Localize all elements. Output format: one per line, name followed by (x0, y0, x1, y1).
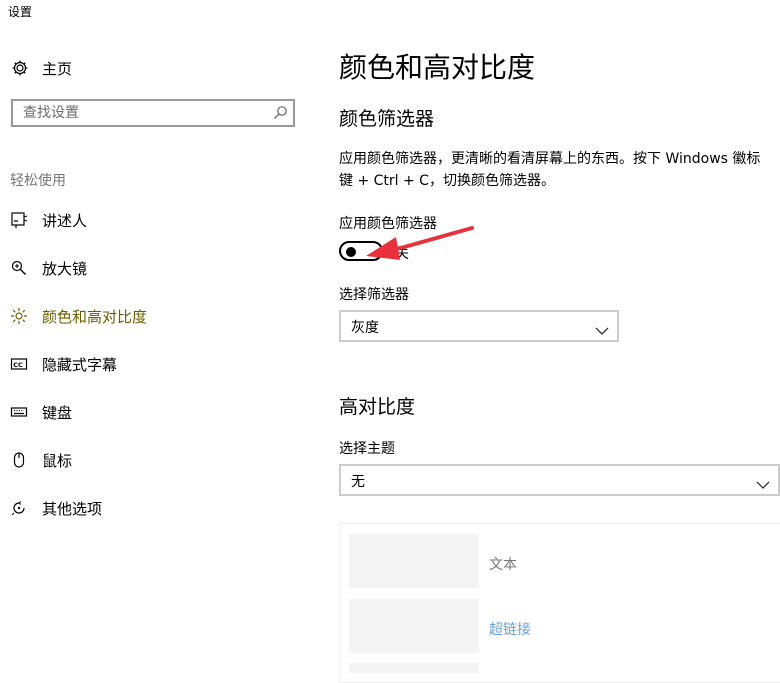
toggle-label: 应用颜色筛选器 (339, 216, 437, 232)
preview-swatch (349, 534, 479, 588)
svg-text:CC: CC (13, 361, 23, 369)
sidebar: 主页 轻松使用 讲述人 放大镜 颜色和高对比度 CC 隐藏式字幕 (0, 0, 310, 673)
sidebar-item-magnifier[interactable]: 放大镜 (10, 256, 87, 280)
other-options-icon (10, 499, 28, 517)
group-label: 轻松使用 (10, 173, 66, 189)
search-icon[interactable] (272, 105, 288, 121)
page-title: 颜色和高对比度 (339, 51, 536, 84)
color-filter-heading: 颜色筛选器 (339, 108, 435, 130)
description-line: 应用颜色筛选器，更清晰的看清屏幕上的东西。按下 Windows 徽标 (339, 151, 761, 167)
toggle-knob (346, 247, 356, 257)
preview-swatch (349, 663, 479, 673)
filter-select[interactable]: 灰度 (339, 310, 619, 342)
toggle-state-label: 关 (395, 246, 409, 262)
home-link[interactable]: 主页 (10, 56, 72, 80)
sidebar-item-label: 放大镜 (42, 259, 88, 278)
search-input[interactable] (13, 101, 263, 125)
mouse-icon (10, 451, 28, 469)
sidebar-item-closed-captions[interactable]: CC 隐藏式字幕 (10, 352, 117, 376)
chevron-down-icon (595, 321, 609, 335)
chevron-down-icon (756, 475, 770, 489)
preview-hyperlink[interactable]: 超链接 (489, 619, 531, 639)
sidebar-item-label: 其他选项 (42, 499, 103, 518)
closed-captions-icon: CC (10, 355, 28, 373)
search-box (11, 99, 295, 127)
narrator-icon (10, 211, 28, 229)
sidebar-item-label: 颜色和高对比度 (42, 307, 148, 326)
keyboard-icon (10, 403, 28, 421)
magnifier-icon (10, 259, 28, 277)
description-line: 键 + Ctrl + C，切换颜色筛选器。 (339, 173, 555, 189)
gear-icon (10, 58, 30, 78)
filter-select-value: 灰度 (351, 320, 379, 336)
sidebar-item-mouse[interactable]: 鼠标 (10, 448, 72, 472)
high-contrast-heading: 高对比度 (339, 396, 416, 418)
theme-select[interactable]: 无 (339, 464, 780, 496)
color-filter-description: 应用颜色筛选器，更清晰的看清屏幕上的东西。按下 Windows 徽标 键 + C… (339, 148, 780, 192)
brightness-icon (10, 307, 28, 325)
sidebar-item-narrator[interactable]: 讲述人 (10, 208, 87, 232)
theme-select-label: 选择主题 (339, 441, 395, 457)
sidebar-item-keyboard[interactable]: 键盘 (10, 400, 72, 424)
color-filter-toggle[interactable] (339, 241, 383, 261)
preview-swatch (349, 599, 479, 653)
sidebar-item-label: 键盘 (42, 403, 73, 422)
sidebar-item-other-options[interactable]: 其他选项 (10, 496, 102, 520)
sidebar-item-label: 隐藏式字幕 (42, 355, 118, 374)
filter-select-label: 选择筛选器 (339, 287, 409, 303)
theme-select-value: 无 (351, 474, 365, 490)
sidebar-item-label: 讲述人 (42, 211, 88, 230)
sidebar-item-label: 鼠标 (42, 451, 73, 470)
home-label: 主页 (42, 59, 73, 78)
preview-text: 文本 (489, 557, 517, 573)
sidebar-item-color-contrast[interactable]: 颜色和高对比度 (10, 304, 147, 328)
